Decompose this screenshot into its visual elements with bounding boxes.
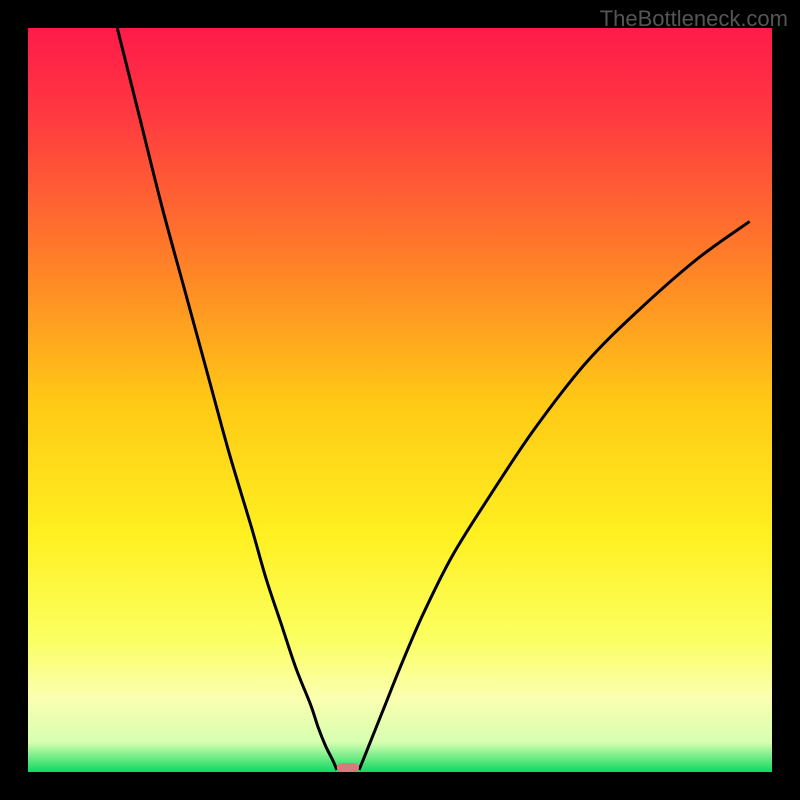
watermark-text: TheBottleneck.com [600,6,788,32]
optimal-marker [337,763,359,772]
plot-background [28,28,772,772]
bottleneck-chart [0,0,800,800]
